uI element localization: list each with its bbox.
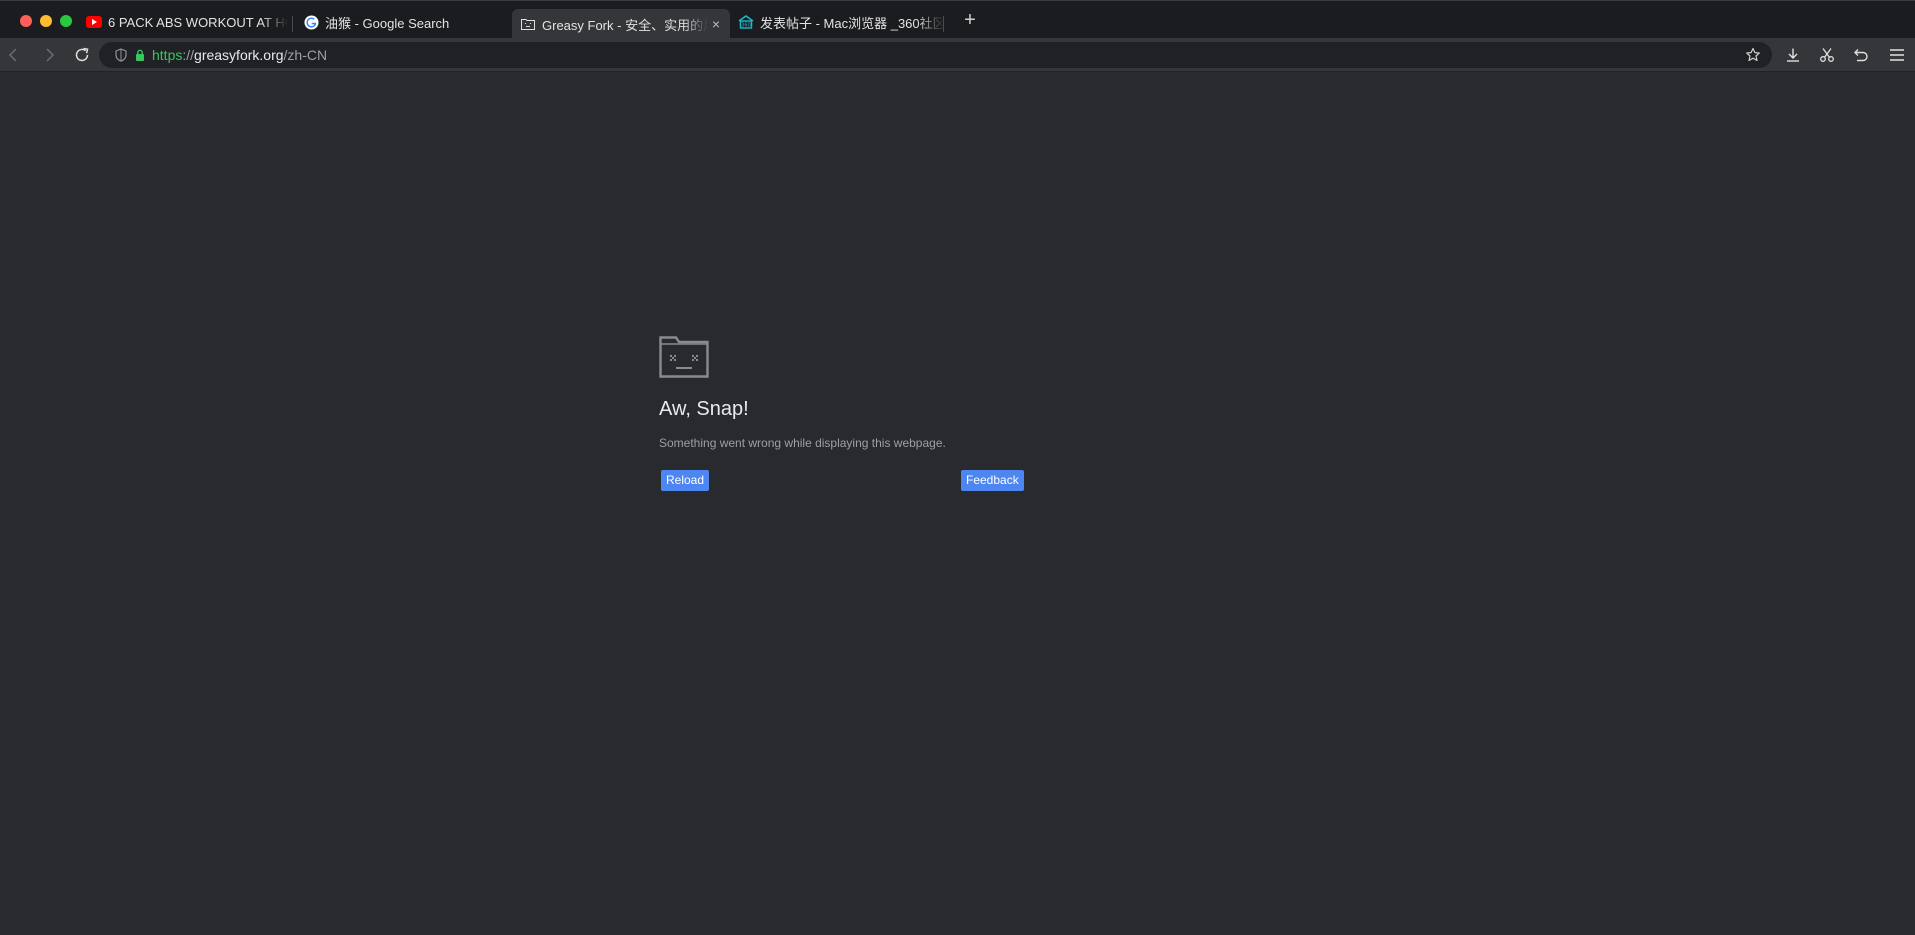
url-host: greasyfork.org [194, 47, 284, 63]
close-window-button[interactable] [20, 15, 32, 27]
scissors-icon[interactable] [1815, 43, 1839, 67]
minimize-window-button[interactable] [40, 15, 52, 27]
tab-title: 油猴 - Google Search [325, 15, 450, 31]
error-message: Something went wrong while displaying th… [659, 436, 946, 450]
tab-title: 6 PACK ABS WORKOUT AT HOME [108, 14, 288, 30]
close-tab-button[interactable]: × [708, 16, 724, 32]
download-button[interactable] [1781, 43, 1805, 67]
tab-strip: 6 PACK ABS WORKOUT AT HOME 油猴 - Google S… [0, 0, 1915, 39]
url-text[interactable]: https://greasyfork.org/zh-CN [152, 47, 327, 63]
error-title: Aw, Snap! [659, 398, 749, 420]
forward-button[interactable] [37, 43, 61, 67]
tab-360-community[interactable]: 360 发表帖子 - Mac浏览器 _360社区 [730, 7, 944, 37]
url-separator: :// [182, 47, 195, 63]
shield-icon[interactable] [115, 48, 129, 62]
browser-toolbar: https://greasyfork.org/zh-CN [0, 38, 1915, 72]
sad-folder-icon [520, 16, 536, 32]
svg-text:360: 360 [741, 23, 751, 29]
back-button[interactable] [2, 43, 26, 67]
bookmark-star-icon[interactable] [1744, 46, 1762, 64]
tab-separator [292, 16, 293, 32]
lock-icon [135, 49, 145, 61]
sad-folder-icon [659, 336, 709, 378]
menu-icon[interactable] [1885, 43, 1909, 67]
tab-title: Greasy Fork - 安全、实用的用户脚本大全 [542, 17, 708, 33]
tab-title: 发表帖子 - Mac浏览器 _360社区 [760, 15, 944, 31]
youtube-icon [86, 14, 102, 30]
tab-youtube[interactable]: 6 PACK ABS WORKOUT AT HOME [78, 7, 288, 37]
undo-icon[interactable] [1849, 43, 1873, 67]
tab-greasy-fork[interactable]: Greasy Fork - 安全、实用的用户脚本大全 × [512, 9, 730, 39]
url-path: /zh-CN [283, 47, 328, 63]
feedback-button[interactable]: Feedback [961, 470, 1024, 491]
reload-page-button[interactable]: Reload [661, 470, 710, 491]
tab-separator [943, 16, 944, 32]
tab-google-search[interactable]: 油猴 - Google Search [295, 7, 509, 37]
url-scheme: https [152, 47, 183, 63]
new-tab-button[interactable]: + [958, 9, 982, 33]
360-icon: 360 [738, 14, 754, 30]
zoom-window-button[interactable] [60, 15, 72, 27]
reload-button[interactable] [70, 43, 94, 67]
address-bar[interactable]: https://greasyfork.org/zh-CN [99, 42, 1772, 68]
google-icon [303, 14, 319, 30]
